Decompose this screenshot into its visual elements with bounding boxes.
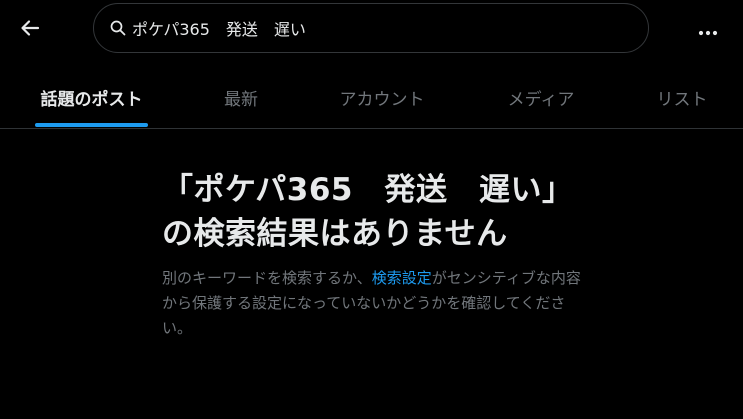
- empty-state-description: 別のキーワードを検索するか、検索設定がセンシティブな内容から保護する設定になって…: [162, 266, 594, 341]
- arrow-left-icon: [20, 18, 40, 42]
- empty-state-desc-text: 別のキーワードを検索するか、: [162, 269, 372, 287]
- search-box[interactable]: [93, 3, 649, 53]
- search-icon: [110, 20, 126, 36]
- search-results-page: 話題のポスト 最新 アカウント メディア リスト 「ポケパ365 発送 遅い」の…: [0, 0, 743, 419]
- active-tab-indicator: [35, 123, 148, 127]
- search-input[interactable]: [132, 8, 648, 48]
- more-horizontal-icon: [698, 21, 718, 40]
- top-bar: [0, 0, 743, 60]
- more-button[interactable]: [690, 12, 726, 48]
- tab-accounts[interactable]: アカウント: [328, 66, 436, 128]
- tab-top[interactable]: 話題のポスト: [35, 66, 148, 128]
- search-settings-link[interactable]: 検索設定: [372, 269, 432, 287]
- tab-latest[interactable]: 最新: [211, 66, 271, 128]
- tab-media[interactable]: メディア: [496, 66, 586, 128]
- empty-state-title: 「ポケパ365 発送 遅い」の検索結果はありません: [162, 172, 574, 252]
- tab-lists[interactable]: リスト: [648, 66, 716, 128]
- empty-state: 「ポケパ365 発送 遅い」の検索結果はありません 別のキーワードを検索するか、…: [162, 168, 602, 341]
- back-button[interactable]: [12, 12, 48, 48]
- search-tabs: 話題のポスト 最新 アカウント メディア リスト: [0, 66, 743, 129]
